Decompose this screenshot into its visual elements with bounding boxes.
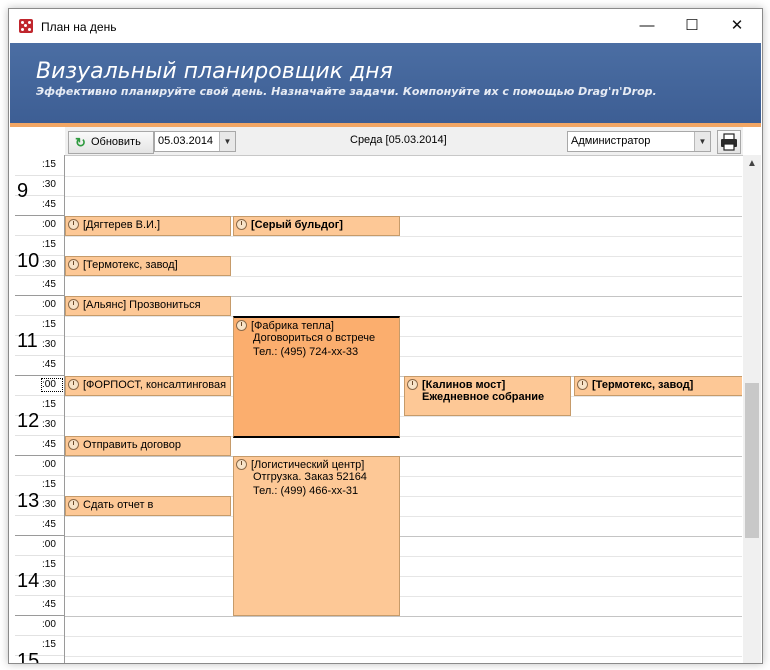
hour-label: 15	[17, 650, 40, 663]
minute-label: :30	[42, 259, 56, 270]
event-forpost[interactable]: [ФОРПОСТ, консалтинговая	[65, 376, 231, 396]
alarm-clock-icon	[68, 299, 79, 310]
event-title: Отправить договор	[83, 439, 181, 451]
hour-label: 9	[17, 180, 29, 202]
current-time-marker: :00	[41, 378, 63, 392]
minute-label: :15	[42, 479, 56, 490]
title-bar: План на день — ☐ ✕	[9, 9, 762, 43]
printer-icon	[721, 133, 737, 151]
alarm-clock-icon	[68, 439, 79, 450]
alarm-clock-icon	[236, 459, 247, 470]
toolbar: ↻ Обновить 05.03.2014 ▼ Среда [05.03.201…	[65, 127, 743, 156]
minute-label: :15	[42, 399, 56, 410]
minute-label: :30	[42, 339, 56, 350]
minute-label: :45	[42, 279, 56, 290]
minute-label: :00	[42, 219, 56, 230]
time-column: :15 :30 :45 :00 :15 :30 :45 :00 :15 :30 …	[15, 155, 65, 663]
event-termoteks-1[interactable]: [Термотекс, завод]	[65, 256, 231, 276]
minute-label: :00	[42, 619, 56, 630]
chevron-down-icon[interactable]: ▼	[694, 132, 710, 151]
event-title: [Фабрика тепла]	[251, 320, 334, 332]
event-title: Сдать отчет в	[83, 499, 154, 511]
event-description: Отгрузка. Заказ 52164	[253, 471, 367, 483]
minute-label: :15	[42, 239, 56, 250]
header-banner: Визуальный планировщик дня Эффективно пл…	[10, 43, 761, 127]
minute-label: :00	[42, 299, 56, 310]
print-button[interactable]	[717, 130, 741, 154]
vertical-scrollbar[interactable]: ▲	[743, 155, 761, 663]
refresh-button[interactable]: ↻ Обновить	[68, 131, 154, 154]
minute-label: :15	[42, 559, 56, 570]
window-title: План на день	[41, 20, 117, 34]
minute-label: :45	[42, 359, 56, 370]
user-select[interactable]: Администратор ▼	[567, 131, 711, 152]
scroll-up-icon[interactable]: ▲	[743, 155, 761, 173]
minimize-button[interactable]: —	[624, 9, 670, 43]
event-send-contract[interactable]: Отправить договор	[65, 436, 231, 456]
alarm-clock-icon	[68, 499, 79, 510]
user-value: Администратор	[571, 135, 651, 147]
minute-label: :00	[42, 539, 56, 550]
banner-subtitle: Эффективно планируйте свой день. Назнача…	[36, 85, 657, 98]
minute-label: :45	[42, 199, 56, 210]
hour-label: 14	[17, 570, 40, 592]
event-description: Договориться о встрече	[253, 332, 376, 344]
minute-label: :15	[42, 159, 56, 170]
minute-label: :30	[42, 419, 56, 430]
banner-title: Визуальный планировщик дня	[36, 59, 393, 84]
event-title: [Калинов мост]	[422, 379, 506, 391]
event-logistics-center[interactable]: [Логистический центр] Отгрузка. Заказ 52…	[233, 456, 400, 616]
hour-label: 10	[17, 250, 40, 272]
alarm-clock-icon	[577, 379, 588, 390]
close-button[interactable]: ✕	[714, 9, 760, 43]
minute-label: :45	[42, 519, 56, 530]
event-degtyarev[interactable]: [Дягтерев В.И.]	[65, 216, 231, 236]
app-window: План на день — ☐ ✕ Визуальный планировщи…	[8, 8, 763, 664]
maximize-button[interactable]: ☐	[669, 9, 715, 43]
minute-label: :15	[42, 319, 56, 330]
event-title: [Термотекс, завод]	[592, 379, 694, 391]
date-value: 05.03.2014	[158, 135, 214, 147]
event-title: [Термотекс, завод]	[83, 259, 178, 271]
event-phone: Тел.: (499) 466-xx-31	[253, 485, 359, 497]
alarm-clock-icon	[236, 219, 247, 230]
event-title: [Альянс] Прозвониться	[83, 299, 201, 311]
alarm-clock-icon	[407, 379, 418, 390]
minute-label: :30	[42, 499, 56, 510]
event-seryi-buldog[interactable]: [Серый бульдог]	[233, 216, 400, 236]
scrollbar-thumb[interactable]	[745, 383, 759, 538]
hour-label: 11	[17, 330, 38, 352]
minute-label: :30	[42, 579, 56, 590]
date-picker[interactable]: 05.03.2014 ▼	[154, 131, 236, 152]
minute-label: :30	[42, 179, 56, 190]
event-title: [Логистический центр]	[251, 459, 365, 471]
event-fabrika-tepla[interactable]: [Фабрика тепла] Договориться о встрече Т…	[233, 316, 400, 438]
day-label: Среда [05.03.2014]	[350, 134, 447, 146]
event-phone: Тел.: (495) 724-xx-33	[253, 346, 359, 358]
alarm-clock-icon	[68, 259, 79, 270]
event-title: [Дягтерев В.И.]	[83, 219, 161, 231]
minute-label: :45	[42, 599, 56, 610]
hour-label: 12	[17, 410, 40, 432]
chevron-down-icon[interactable]: ▼	[219, 132, 235, 151]
event-termoteks-2[interactable]: [Термотекс, завод]	[574, 376, 742, 396]
minute-label: :45	[42, 439, 56, 450]
minute-label: :15	[42, 639, 56, 650]
event-alyans[interactable]: [Альянс] Прозвониться	[65, 296, 231, 316]
minute-label: :00	[42, 459, 56, 470]
refresh-label: Обновить	[91, 136, 141, 148]
event-title: [ФОРПОСТ, консалтинговая	[83, 379, 227, 391]
event-title: [Серый бульдог]	[251, 219, 343, 231]
event-submit-report[interactable]: Сдать отчет в	[65, 496, 231, 516]
alarm-clock-icon	[68, 219, 79, 230]
alarm-clock-icon	[68, 379, 79, 390]
refresh-icon: ↻	[75, 135, 86, 150]
event-description: Ежедневное собрание	[422, 391, 545, 403]
hour-label: 13	[17, 490, 40, 512]
event-kalinov-most[interactable]: [Калинов мост] Ежедневное собрание	[404, 376, 571, 416]
alarm-clock-icon	[236, 320, 247, 331]
planner-app-icon	[19, 19, 33, 33]
schedule-grid[interactable]: [Дягтерев В.И.] [Серый бульдог] [Термоте…	[65, 155, 742, 663]
